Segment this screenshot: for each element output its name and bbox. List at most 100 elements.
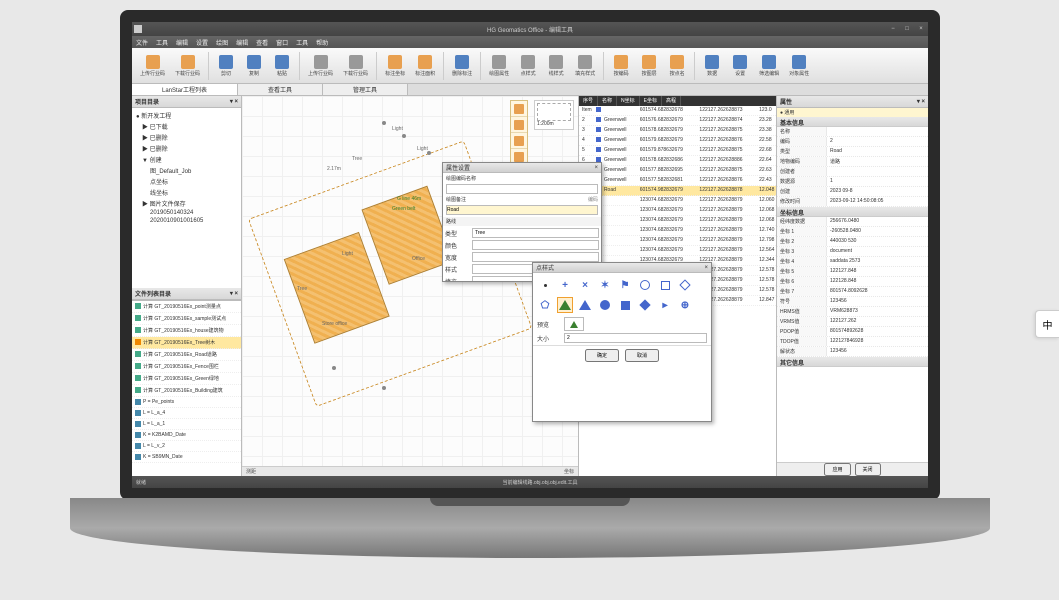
symbol-option-circle-fill[interactable] [597, 297, 613, 313]
data-column-header[interactable]: N坐标 [617, 96, 640, 106]
canvas-tool-button[interactable] [511, 117, 527, 133]
property-value[interactable]: 2023-09-12 14:50:08:05 [827, 197, 928, 206]
ok-button[interactable]: 确定 [585, 349, 619, 362]
property-row[interactable]: 名称 [777, 127, 928, 137]
minimize-button[interactable]: − [888, 26, 898, 32]
dialog-close-icon[interactable]: × [594, 165, 598, 171]
data-row[interactable]: 13123074.682832679122127.26262887912.740 [579, 226, 776, 236]
symbol-option-pentagon[interactable]: ⬠ [537, 297, 553, 313]
symbol-option-diamond-outline[interactable] [677, 277, 693, 293]
property-row[interactable]: 编码2 [777, 137, 928, 147]
property-value[interactable]: 122128.848 [827, 277, 928, 286]
property-row[interactable]: 坐标 3document [777, 247, 928, 257]
property-row[interactable]: 符号123456 [777, 297, 928, 307]
file-item[interactable]: L = L_a_4 [132, 408, 241, 419]
symbol-option-triangle-blue[interactable] [577, 297, 593, 313]
property-row[interactable]: 坐标 5122127.848 [777, 267, 928, 277]
ribbon-button[interactable]: 上传行业码 [304, 51, 337, 81]
data-row[interactable]: 6Greenwell601578.682832686122127.2626288… [579, 156, 776, 166]
property-row[interactable]: TDOP值122127846928 [777, 337, 928, 347]
property-value[interactable]: VRM628873 [827, 307, 928, 316]
ribbon-button[interactable]: 上传行业码 [136, 51, 169, 81]
project-tree[interactable]: ● 新开发工程▶ 已下载▶ 已删除▶ 已删除▼ 创建图_Default_Job点… [132, 108, 241, 288]
symbol-option-plus[interactable]: + [557, 277, 573, 293]
property-value[interactable]: 801574.8092628 [827, 287, 928, 296]
file-item[interactable]: 计算 GT_20190516Ex_house建筑物 [132, 325, 241, 337]
property-value[interactable]: 123456 [827, 347, 928, 356]
ribbon-button[interactable]: 填充样式 [571, 51, 599, 81]
ribbon-button[interactable]: 下载行业码 [339, 51, 372, 81]
menu-item[interactable]: 文件 [136, 38, 148, 47]
property-value[interactable]: 123456 [827, 297, 928, 306]
field-input[interactable] [472, 240, 599, 250]
property-row[interactable]: 经纬度数据256676.0480 [777, 217, 928, 227]
file-item[interactable]: P = Pe_points [132, 397, 241, 408]
property-value[interactable]: 1 [827, 177, 928, 186]
dialog-titlebar[interactable]: 属性设置 × [443, 163, 601, 173]
property-row[interactable]: HRMS值VRM628873 [777, 307, 928, 317]
tree-item[interactable]: 点坐标 [134, 176, 239, 187]
property-row[interactable]: 地物编码道路 [777, 157, 928, 167]
file-item[interactable]: 计算 GT_20190516Ex_Green绿地 [132, 373, 241, 385]
symbol-option-square-outline[interactable] [657, 277, 673, 293]
data-row[interactable]: 5Greenwell601579.878632679122127.2626288… [579, 146, 776, 156]
symbol-picker-dialog[interactable]: 点样式 × + × ✶ ⚑ ⬠ [532, 262, 712, 422]
ribbon-button[interactable]: 按图层 [636, 51, 662, 81]
data-row[interactable]: 2Greenwell601576.682832679122127.2626288… [579, 116, 776, 126]
tree-item[interactable]: ● 新开发工程 [134, 110, 239, 121]
survey-point[interactable] [427, 151, 431, 155]
maximize-button[interactable]: □ [902, 26, 912, 32]
menu-item[interactable]: 查看 [256, 38, 268, 47]
symbol-option-diamond-fill[interactable] [637, 297, 653, 313]
data-row[interactable]: 9Road601574.982832679122127.26262887812.… [579, 186, 776, 196]
data-row[interactable]: 4Greenwell601579.682832679122127.2626288… [579, 136, 776, 146]
property-row[interactable]: VRMS值122127.262 [777, 317, 928, 327]
tree-item[interactable]: 2020010901001605 [134, 217, 239, 225]
property-value[interactable]: Road [827, 147, 928, 156]
ribbon-button[interactable]: 设置 [727, 51, 753, 81]
menu-item[interactable]: 设置 [196, 38, 208, 47]
menu-item[interactable]: 工具 [156, 38, 168, 47]
symbol-option-target[interactable]: ⊕ [677, 297, 693, 313]
property-row[interactable]: 创建2023 09-8 [777, 187, 928, 197]
symbol-option-arrow[interactable]: ▸ [657, 297, 673, 313]
property-value[interactable]: document [827, 247, 928, 256]
panel-close-icon[interactable]: ▾ × [230, 290, 238, 297]
menubar[interactable]: 文件工具编辑设置绘图编辑查看窗口工具帮助 [132, 36, 928, 48]
cancel-button[interactable]: 取消 [625, 349, 659, 362]
property-value[interactable]: 道路 [827, 157, 928, 166]
ribbon-button[interactable]: 按编码 [608, 51, 634, 81]
menu-item[interactable]: 编辑 [176, 38, 188, 47]
tree-item[interactable]: ▶ 已删除 [134, 143, 239, 154]
tree-item[interactable]: ▶ 图片文件保存 [134, 198, 239, 209]
close-button[interactable]: × [916, 26, 926, 32]
file-item[interactable]: 计算 GT_20190516Ex_sample测试点 [132, 313, 241, 325]
ribbon-button[interactable]: 筛选编辑 [755, 51, 783, 81]
document-tab[interactable]: 管理工具 [323, 84, 408, 95]
menu-item[interactable]: 编辑 [236, 38, 248, 47]
data-row[interactable]: 8Greenwell601577.582832681122127.2626288… [579, 176, 776, 186]
menu-item[interactable]: 帮助 [316, 38, 328, 47]
tree-item[interactable]: 2019050140324 [134, 209, 239, 217]
tree-item[interactable]: ▼ 创建 [134, 154, 239, 165]
file-item[interactable]: K = SB9MN_Date [132, 452, 241, 463]
symbol-option-flag[interactable]: ⚑ [617, 277, 633, 293]
panel-close-icon[interactable]: ▾ × [917, 98, 925, 105]
file-item[interactable]: L = L_a_1 [132, 419, 241, 430]
property-row[interactable]: 坐标 6122128.848 [777, 277, 928, 287]
ribbon-button[interactable]: 对象属性 [785, 51, 813, 81]
menu-item[interactable]: 绘图 [216, 38, 228, 47]
file-item[interactable]: 计算 GT_20190516Ex_Tree树木 [132, 337, 241, 349]
property-row[interactable]: 坐标 4saddata 2573 [777, 257, 928, 267]
close-button[interactable]: 关闭 [855, 463, 881, 476]
property-row[interactable]: PDOP值801574892628 [777, 327, 928, 337]
property-value[interactable] [827, 127, 928, 136]
property-value[interactable]: 801574892628 [827, 327, 928, 336]
field-input[interactable] [472, 228, 599, 238]
property-row[interactable]: 创建者 [777, 167, 928, 177]
canvas-tool-button[interactable] [511, 101, 527, 117]
ribbon-button[interactable]: 按点名 [664, 51, 690, 81]
ribbon-button[interactable]: 复制 [241, 51, 267, 81]
survey-point[interactable] [402, 134, 406, 138]
file-item[interactable]: 计算 GT_20190516Ex_Fence围栏 [132, 361, 241, 373]
